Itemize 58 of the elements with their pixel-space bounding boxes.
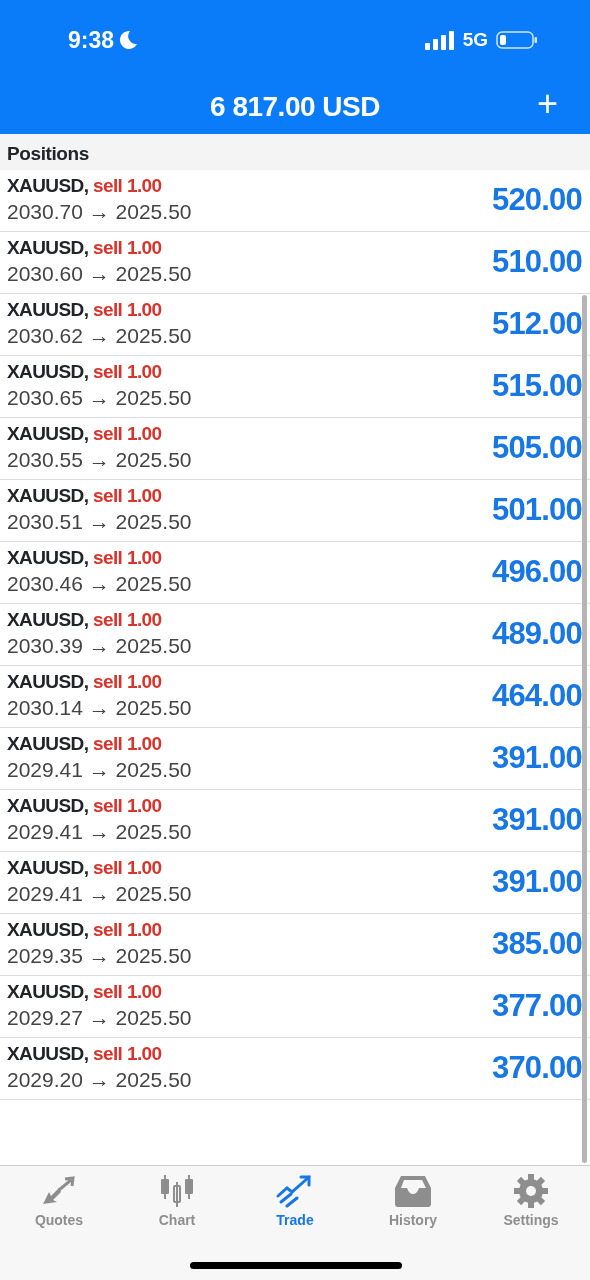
position-title: XAUUSD, sell 1.00 xyxy=(7,360,163,383)
battery-icon xyxy=(496,30,538,50)
position-title: XAUUSD, sell 1.00 xyxy=(7,794,163,817)
position-title: XAUUSD, sell 1.00 xyxy=(7,484,163,507)
price-range: 2030.65 → 2025.50 xyxy=(7,384,192,411)
position-title: XAUUSD, sell 1.00 xyxy=(7,732,163,755)
position-title: XAUUSD, sell 1.00 xyxy=(7,980,163,1003)
price-range: 2030.60 → 2025.50 xyxy=(7,260,192,287)
position-title: XAUUSD, sell 1.00 xyxy=(7,1042,163,1065)
position-title: XAUUSD, sell 1.00 xyxy=(7,918,163,941)
price-range: 2030.55 → 2025.50 xyxy=(7,446,192,473)
status-time: 9:38 xyxy=(68,25,115,55)
position-title: XAUUSD, sell 1.00 xyxy=(7,546,163,569)
profit-value: 464.00 xyxy=(491,677,582,716)
tab[interactable]: Trade xyxy=(236,1166,354,1231)
profit-value: 512.00 xyxy=(491,305,582,344)
profit-value: 501.00 xyxy=(491,491,582,530)
position-title: XAUUSD, sell 1.00 xyxy=(7,174,163,197)
profit-value: 496.00 xyxy=(491,553,582,592)
price-range: 2030.14 → 2025.50 xyxy=(7,694,192,721)
position-title: XAUUSD, sell 1.00 xyxy=(7,298,163,321)
price-range: 2029.27 → 2025.50 xyxy=(7,1004,192,1031)
position-title: XAUUSD, sell 1.00 xyxy=(7,670,163,693)
tray-icon xyxy=(393,1174,433,1208)
profit-value: 489.00 xyxy=(491,615,582,654)
section-title: Positions xyxy=(0,134,590,170)
position-title: XAUUSD, sell 1.00 xyxy=(7,856,163,879)
price-range: 2029.41 → 2025.50 xyxy=(7,756,192,783)
profit-value: 370.00 xyxy=(491,1049,582,1088)
network-label: 5G xyxy=(462,27,488,52)
price-range: 2030.39 → 2025.50 xyxy=(7,632,192,659)
position-row[interactable]: XAUUSD, sell 1.00 2030.70 → 2025.50 520.00 xyxy=(0,170,590,232)
price-range: 2029.20 → 2025.50 xyxy=(7,1066,192,1093)
settings-icon xyxy=(511,1174,551,1208)
profit-value: 377.00 xyxy=(491,987,582,1026)
profit-value: 505.00 xyxy=(491,429,582,468)
profit-value: 385.00 xyxy=(491,925,582,964)
price-range: 2030.70 → 2025.50 xyxy=(7,198,192,225)
moon-icon xyxy=(118,30,139,50)
account-balance: 6 817.00 USD xyxy=(210,90,380,124)
signal-icon xyxy=(424,30,455,50)
price-range: 2030.62 → 2025.50 xyxy=(7,322,192,349)
position-title: XAUUSD, sell 1.00 xyxy=(7,422,163,445)
price-range: 2029.41 → 2025.50 xyxy=(7,818,192,845)
profit-value: 520.00 xyxy=(491,181,582,220)
add-button[interactable]: + xyxy=(532,84,562,124)
price-range: 2029.35 → 2025.50 xyxy=(7,942,192,969)
price-range: 2029.41 → 2025.50 xyxy=(7,880,192,907)
position-title: XAUUSD, sell 1.00 xyxy=(7,608,163,631)
profit-value: 515.00 xyxy=(491,367,582,406)
profit-value: 510.00 xyxy=(491,243,582,282)
profit-value: 391.00 xyxy=(491,801,582,840)
profit-value: 391.00 xyxy=(491,739,582,778)
price-range: 2030.51 → 2025.50 xyxy=(7,508,192,535)
profit-value: 391.00 xyxy=(491,863,582,902)
position-title: XAUUSD, sell 1.00 xyxy=(7,236,163,259)
price-range: 2030.46 → 2025.50 xyxy=(7,570,192,597)
position-row[interactable]: XAUUSD, sell 1.00 2030.60 → 2025.50 510.00 xyxy=(0,232,590,294)
